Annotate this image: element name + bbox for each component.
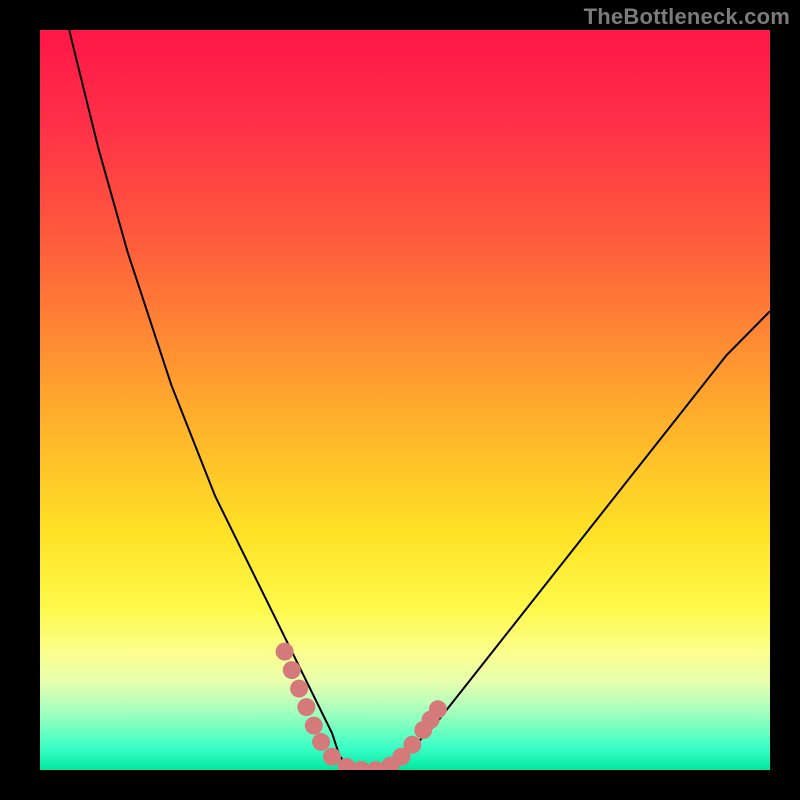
bottleneck-curve xyxy=(69,30,770,770)
valley-marker xyxy=(297,698,315,716)
chart-svg xyxy=(40,30,770,770)
valley-marker xyxy=(323,748,341,766)
chart-frame: TheBottleneck.com xyxy=(0,0,800,800)
valley-marker xyxy=(312,733,330,751)
valley-marker xyxy=(429,700,447,718)
valley-marker xyxy=(403,736,421,754)
valley-marker xyxy=(276,643,294,661)
valley-marker xyxy=(290,680,308,698)
watermark: TheBottleneck.com xyxy=(584,4,790,30)
valley-markers xyxy=(276,643,447,770)
valley-marker xyxy=(283,661,301,679)
valley-marker xyxy=(305,717,323,735)
